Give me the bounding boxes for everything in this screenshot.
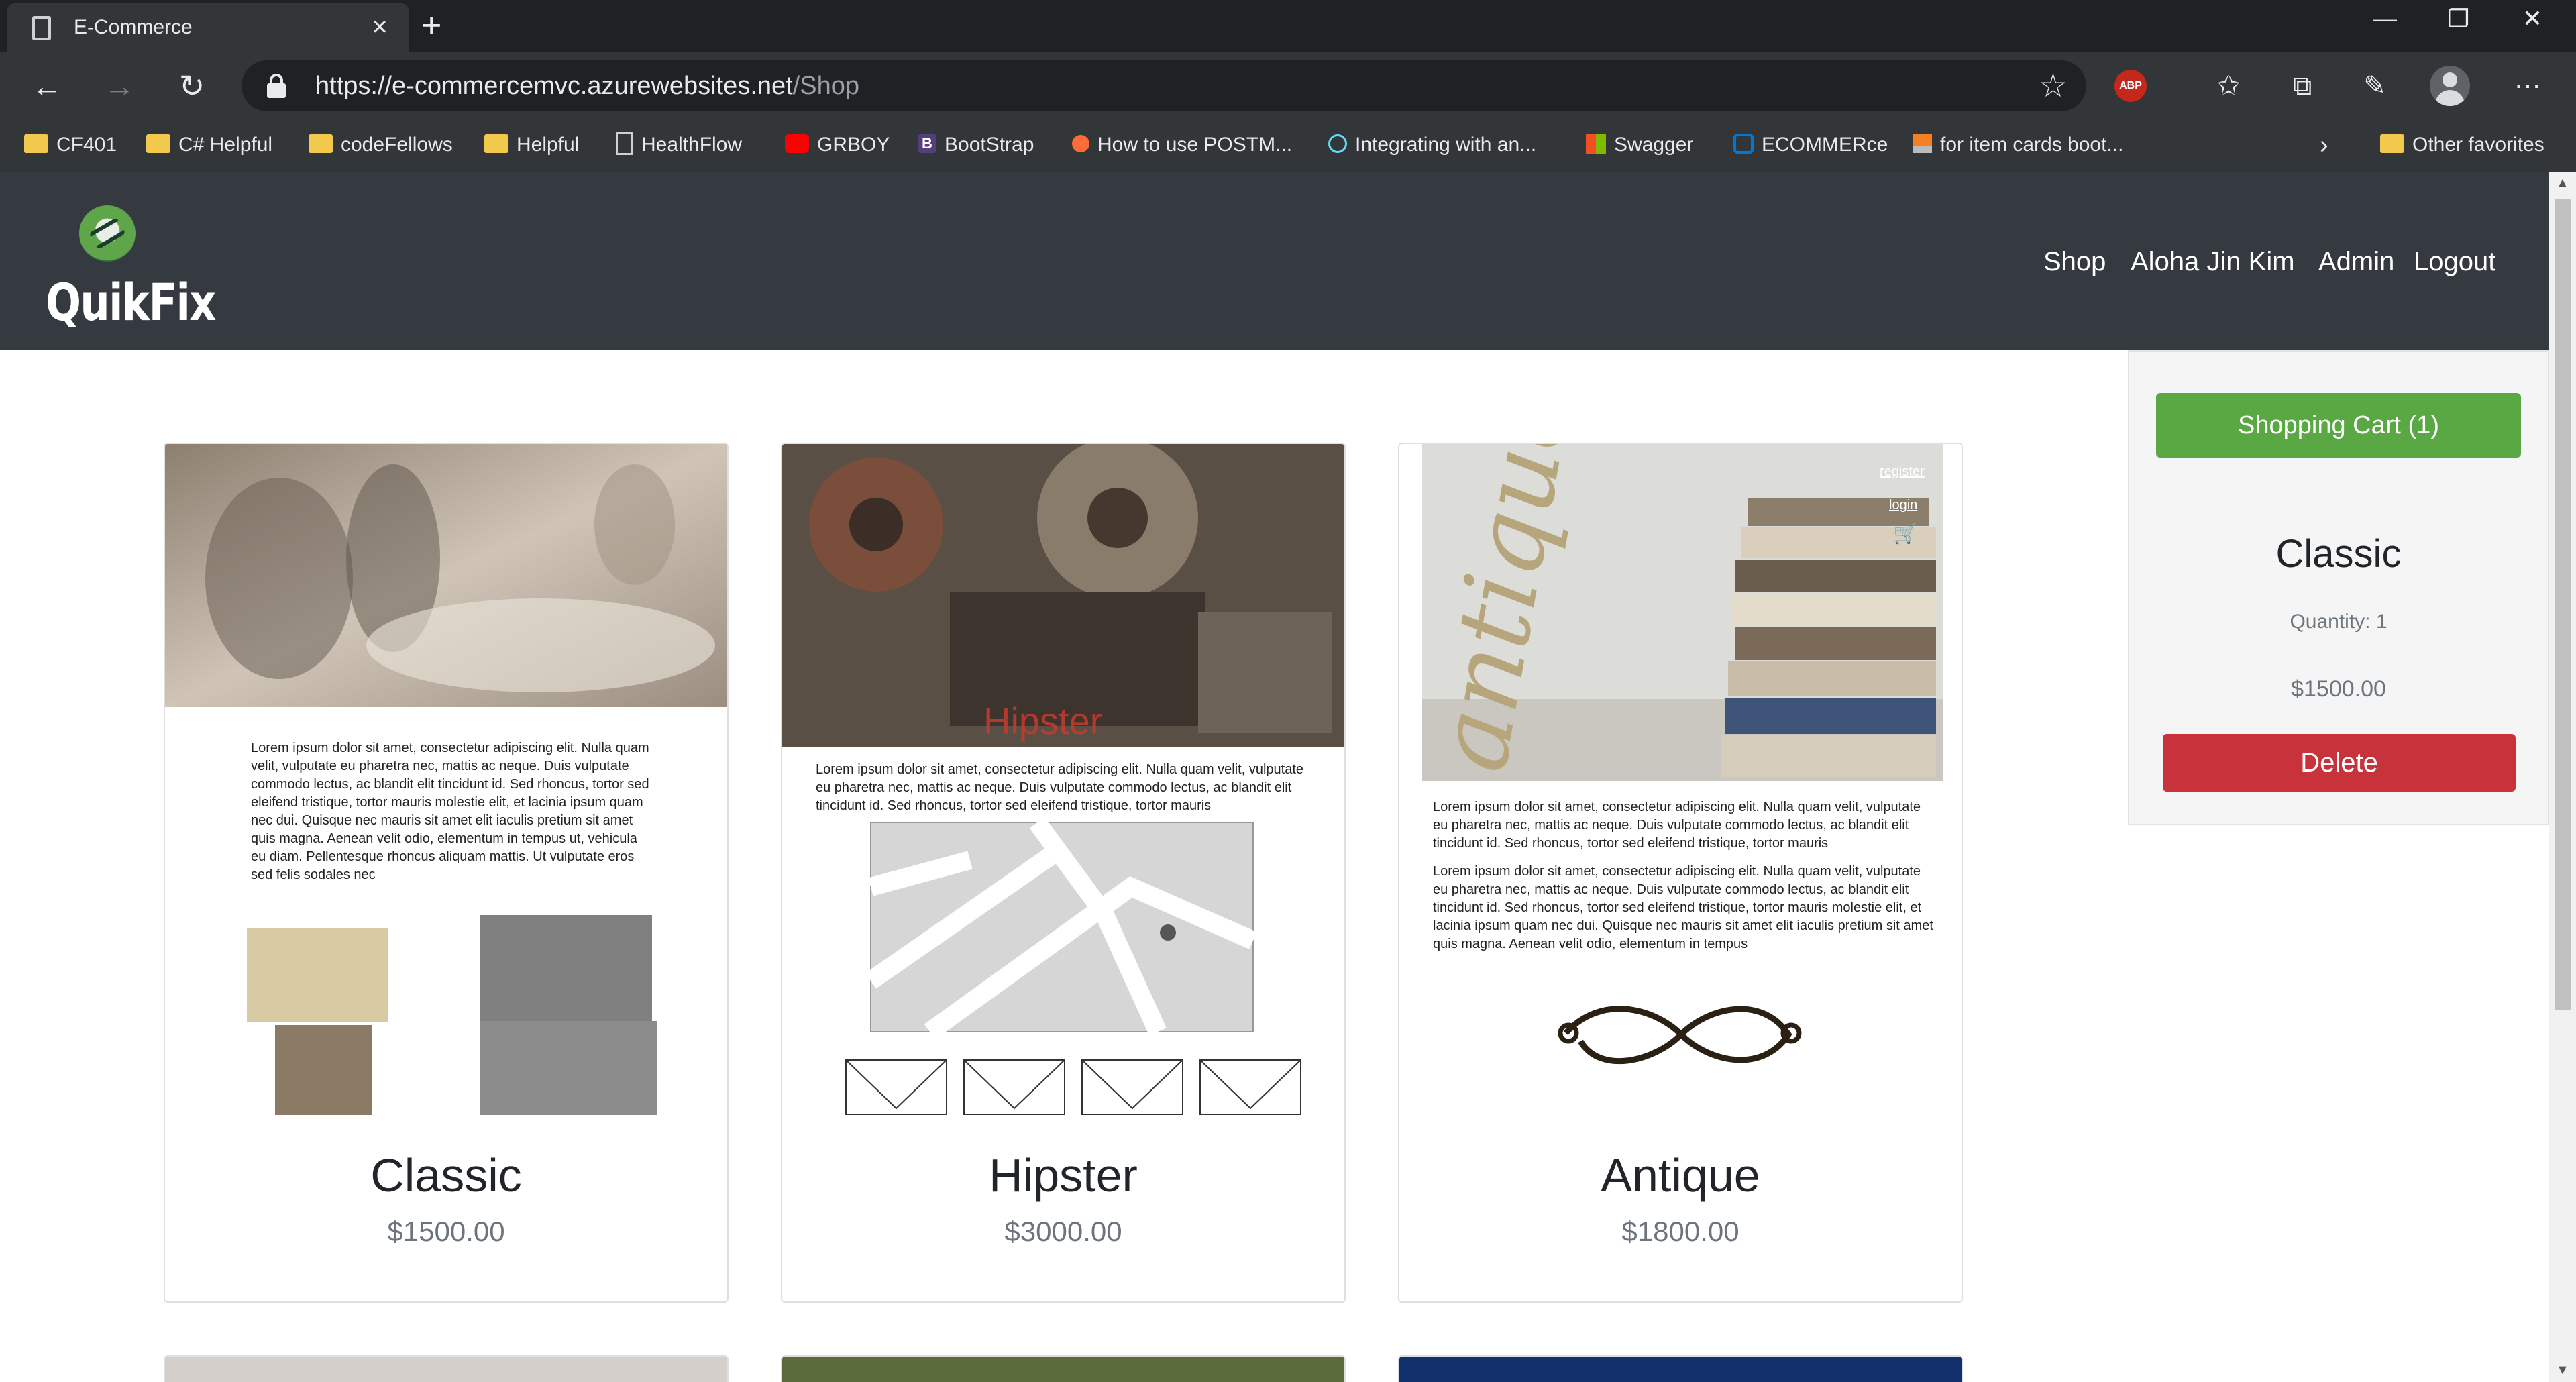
scrollbar-thumb[interactable] <box>2555 199 2571 1010</box>
nav-logout[interactable]: Logout <box>2414 247 2496 277</box>
site-navbar: QuikFix Shop Aloha Jin Kim Admin Logout <box>0 172 2549 350</box>
hipster-hero-label: Hipster <box>983 700 1103 742</box>
cart-icon: 🛒 <box>1893 523 1919 545</box>
cart-item-price: $1500.00 <box>2291 676 2386 702</box>
bookmark-item[interactable]: Integrating with an... <box>1328 131 1536 158</box>
folder-icon <box>2380 134 2404 154</box>
template-login-link: login <box>1889 498 1918 513</box>
bookmark-item[interactable]: Helpful <box>484 131 579 158</box>
stackoverflow-icon <box>1913 134 1932 154</box>
product-price: $1800.00 <box>1621 1216 1739 1247</box>
product-thumbnail[interactable]: Hipster Lorem ipsum dolor sit amet, cons… <box>782 444 1344 1115</box>
nav-shop[interactable]: Shop <box>2043 247 2106 277</box>
feedback-icon[interactable]: ✎ <box>2356 67 2394 105</box>
preview-body-text: Lorem ipsum dolor sit amet, consectetur … <box>816 762 1304 813</box>
product-card[interactable] <box>1398 1355 1963 1382</box>
browser-tab[interactable]: E-Commerce × <box>7 3 409 52</box>
scroll-down-arrow-icon[interactable]: ▼ <box>2556 1363 2569 1378</box>
cart-item-quantity: Quantity: 1 <box>2290 610 2387 633</box>
product-name: Antique <box>1601 1149 1760 1202</box>
bookmarks-overflow-chevron-icon[interactable]: › <box>2320 131 2328 158</box>
brand-logo-text[interactable]: QuikFix <box>46 272 216 332</box>
product-thumbnail[interactable]: Lorem ipsum dolor sit amet, consectetur … <box>165 444 727 1115</box>
bookmarks-bar: CF401 C# Helpful codeFellows Helpful Hea… <box>0 119 2576 172</box>
product-card[interactable]: antique register login 🛒 Lorem ipsum dol… <box>1398 443 1963 1303</box>
quikfix-logo-icon[interactable] <box>79 205 136 262</box>
bookmark-item[interactable]: C# Helpful <box>146 131 272 158</box>
bookmark-item[interactable]: HealthFlow <box>616 131 742 158</box>
template-register-link: register <box>1880 464 1925 479</box>
other-favorites[interactable]: Other favorites <box>2380 131 2544 158</box>
minimize-icon[interactable]: — <box>2348 0 2422 40</box>
product-card[interactable] <box>781 1355 1346 1382</box>
azure-devops-icon <box>1733 134 1754 154</box>
cart-sidebar: Shopping Cart (1) Classic Quantity: 1 $1… <box>2128 350 2549 825</box>
lock-icon <box>267 74 286 98</box>
product-card[interactable] <box>164 1355 729 1382</box>
bookmark-item[interactable]: for item cards boot... <box>1913 131 2123 158</box>
cart-item-name: Classic <box>2275 532 2402 576</box>
bookmark-item[interactable]: B BootStrap <box>918 131 1034 158</box>
forward-icon[interactable]: → <box>101 67 138 105</box>
restore-icon[interactable]: ❐ <box>2422 0 2496 40</box>
tab-title: E-Commerce <box>74 16 193 38</box>
favorites-icon[interactable]: ✩ <box>2210 67 2247 105</box>
react-icon <box>1328 134 1347 154</box>
folder-icon <box>309 134 333 154</box>
page-scrollbar[interactable]: ▲ ▼ <box>2549 172 2576 1382</box>
product-name: Classic <box>370 1149 522 1202</box>
product-price: $3000.00 <box>1004 1216 1122 1247</box>
back-icon[interactable]: ← <box>28 67 66 105</box>
refresh-icon[interactable]: ↻ <box>173 67 211 105</box>
browser-toolbar: ← → ↻ https://e-commercemvc.azurewebsite… <box>0 52 2576 119</box>
profile-avatar[interactable] <box>2430 66 2470 106</box>
adblock-extension-icon[interactable]: ABP <box>2114 70 2147 102</box>
product-thumbnail[interactable]: antique register login 🛒 Lorem ipsum dol… <box>1399 444 1962 1115</box>
page-icon <box>32 16 51 40</box>
bootstrap-icon: B <box>918 134 936 154</box>
preview-body-text: Lorem ipsum dolor sit amet, consectetur … <box>251 741 649 882</box>
preview-body-text: Lorem ipsum dolor sit amet, consectetur … <box>1433 864 1933 951</box>
browser-tabstrip: E-Commerce × + — ❐ ✕ <box>0 0 2576 52</box>
preview-body-text: Lorem ipsum dolor sit amet, consectetur … <box>1433 800 1921 851</box>
shopping-cart-button[interactable]: Shopping Cart (1) <box>2156 393 2521 458</box>
product-card[interactable]: Hipster Lorem ipsum dolor sit amet, cons… <box>781 443 1346 1303</box>
product-price: $1500.00 <box>387 1216 505 1247</box>
more-menu-icon[interactable]: ⋯ <box>2509 67 2546 105</box>
address-bar[interactable]: https://e-commercemvc.azurewebsites.net/… <box>241 60 2086 111</box>
folder-icon <box>24 134 48 154</box>
bookmark-item[interactable]: ECOMMERce <box>1733 131 1888 158</box>
delete-button[interactable]: Delete <box>2163 734 2516 792</box>
folder-icon <box>484 134 508 154</box>
folder-icon <box>146 134 170 154</box>
product-name: Hipster <box>989 1149 1138 1202</box>
page-icon <box>616 132 633 156</box>
url-text[interactable]: https://e-commercemvc.azurewebsites.net/… <box>315 72 859 101</box>
nav-user[interactable]: Aloha Jin Kim <box>2131 247 2295 277</box>
youtube-icon <box>785 134 809 154</box>
close-tab-icon[interactable]: × <box>365 12 394 42</box>
window-close-icon[interactable]: ✕ <box>2496 0 2569 40</box>
favorite-star-icon[interactable]: ☆ <box>2039 67 2068 105</box>
nav-admin[interactable]: Admin <box>2318 247 2394 277</box>
bookmark-item[interactable]: Swagger <box>1586 131 1693 158</box>
bookmark-item[interactable]: CF401 <box>24 131 117 158</box>
bookmark-item[interactable]: codeFellows <box>309 131 453 158</box>
microsoft-icon <box>1586 134 1606 154</box>
postman-icon <box>1072 135 1089 153</box>
bookmark-item[interactable]: GRBOY <box>785 131 890 158</box>
scroll-up-arrow-icon[interactable]: ▲ <box>2556 176 2569 191</box>
bookmark-item[interactable]: How to use POSTM... <box>1072 131 1292 158</box>
collections-icon[interactable]: ⧉ <box>2284 67 2321 105</box>
product-card[interactable]: Lorem ipsum dolor sit amet, consectetur … <box>164 443 729 1303</box>
new-tab-button[interactable]: + <box>421 8 441 43</box>
